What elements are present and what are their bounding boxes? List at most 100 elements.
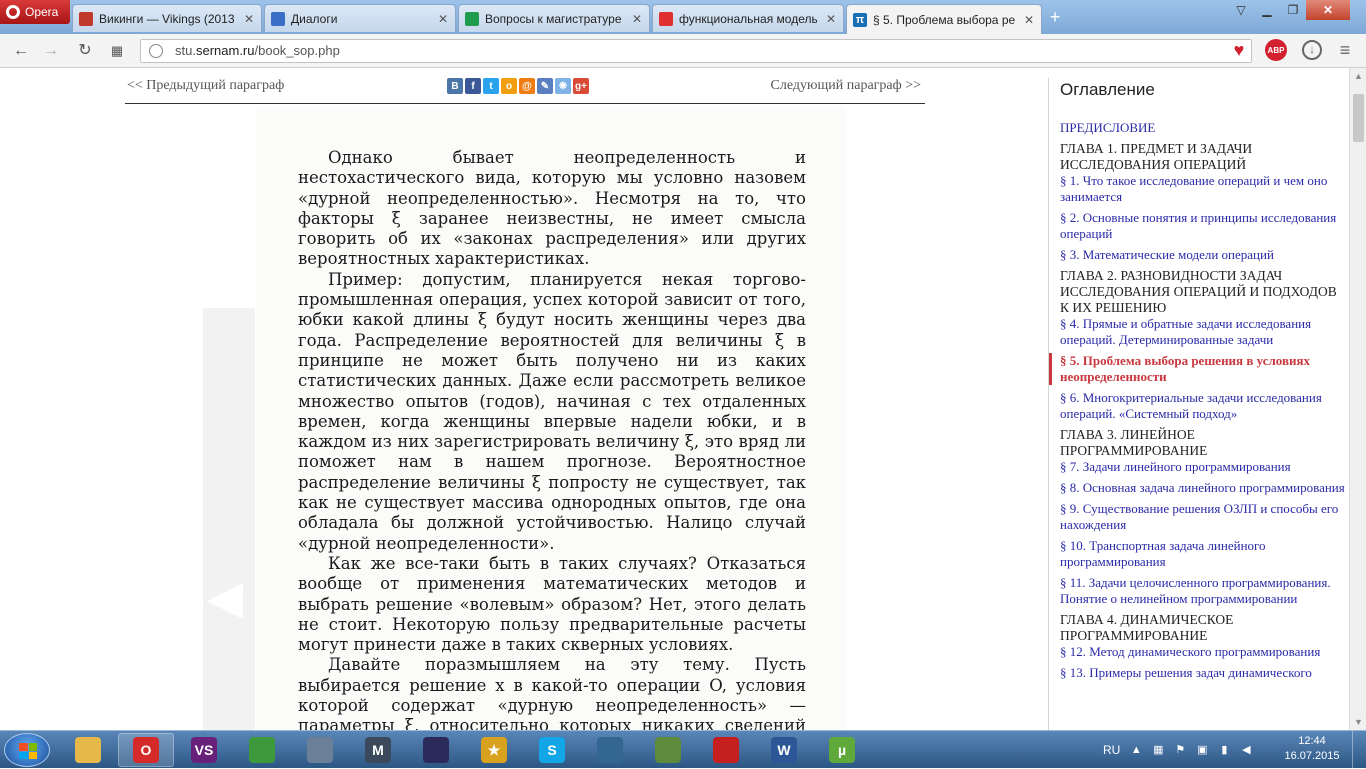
scan-paragraph: Как же все-таки быть в таких случаях? От… [298,553,806,655]
next-paragraph-link[interactable]: Следующий параграф >> [771,78,921,94]
toc-link[interactable]: § 11. Задачи целочисленного программиров… [1060,575,1345,607]
close-tab-icon[interactable]: ✕ [241,12,257,26]
new-tab-button[interactable]: + [1045,8,1065,26]
back-button[interactable]: ← [10,41,32,61]
maximize-button[interactable]: ❐ [1280,0,1306,20]
postgres-icon [597,737,623,763]
flag-icon[interactable]: ⚑ [1174,744,1186,756]
browser-tab-bar: Opera Викинги — Vikings (2013) ✕ Диалоги ✕ В… [0,0,1366,34]
minimize-button[interactable]: ▁ [1254,0,1280,20]
taskbar-app[interactable]: O [118,733,174,767]
clock-date: 16.07.2015 [1284,750,1340,762]
close-tab-icon[interactable]: ✕ [823,12,839,26]
download-icon[interactable]: ↓ [1302,40,1322,60]
share-button[interactable]: f [465,78,481,94]
toc-link[interactable]: § 6. Многокритериальные задачи исследова… [1060,390,1345,422]
toc-link[interactable]: § 12. Метод динамического программирован… [1060,644,1345,660]
system-tray: RU ▲ ▦ ⚑ ▣ ▮ ◀ [1103,731,1252,769]
address-input[interactable]: stu.sernam.ru/book_sop.php [140,39,1252,63]
taskbar-app[interactable]: S [524,733,580,767]
device-icon[interactable]: ▣ [1196,744,1208,756]
toc-link[interactable]: § 13. Примеры решения задач динамическог… [1060,665,1345,681]
language-indicator[interactable]: RU [1103,743,1120,757]
address-host: sernam.ru [195,43,255,58]
opera-logo-icon [6,5,20,19]
toc-link[interactable]: § 5. Проблема выбора решения в условиях … [1049,353,1345,385]
share-button[interactable]: ✎ [537,78,553,94]
previous-paragraph-link[interactable]: << Предыдущий параграф [127,78,284,94]
taskbar-app[interactable]: VS [176,733,232,767]
taskbar-app[interactable] [582,733,638,767]
toc-link[interactable]: § 10. Транспортная задача линейного прог… [1060,538,1345,570]
previous-arrow-icon[interactable] [207,583,243,619]
toc-link[interactable]: § 7. Задачи линейного программирования [1060,459,1345,475]
taskbar-app[interactable] [292,733,348,767]
forward-button[interactable]: → [40,41,62,61]
close-tab-icon[interactable]: ✕ [1021,13,1037,27]
start-button[interactable] [4,733,50,767]
tab-title: Викинги — Vikings (2013) [99,11,235,26]
volume-icon[interactable]: ◀ [1240,744,1252,756]
taskbar-app[interactable] [640,733,696,767]
scan-paragraph: Однако бывает неопределенность и нестоха… [298,148,806,269]
share-button[interactable]: @ [519,78,535,94]
menu-lines-icon[interactable]: ≡ [1334,40,1356,60]
toc-link[interactable]: § 1. Что такое исследование операций и ч… [1060,173,1345,205]
taskbar-app[interactable]: M [350,733,406,767]
taskbar-app[interactable]: ★ [466,733,522,767]
toc-link[interactable]: § 4. Прямые и обратные задачи исследован… [1060,316,1345,348]
toc-link[interactable]: § 8. Основная задача линейного программи… [1060,480,1345,496]
film-icon [79,11,93,26]
sheet-icon [465,11,479,26]
show-desktop-button[interactable] [1352,731,1366,769]
taskbar-app[interactable]: W [756,733,812,767]
close-window-button[interactable]: ✕ [1306,0,1350,20]
browser-tab[interactable]: функциональная модель ✕ [652,4,844,32]
page-scrollbar[interactable]: ▲ ▼ [1349,68,1366,730]
taskbar-app[interactable] [408,733,464,767]
opera-icon: O [133,737,159,763]
toc-link[interactable]: § 2. Основные понятия и принципы исследо… [1060,210,1345,242]
scroll-up-icon[interactable]: ▲ [1350,68,1366,84]
share-button[interactable]: В [447,78,463,94]
speed-dial-icon[interactable]: ▦ [106,41,128,61]
tray-expand-icon[interactable]: ▲ [1130,744,1142,756]
yandex-icon [659,11,673,26]
heart-icon[interactable]: ♥ [1228,40,1250,60]
share-button[interactable]: t [483,78,499,94]
share-buttons: Вf t o @ ✎ ❋ g+ [447,78,589,94]
browser-tab[interactable]: Диалоги ✕ [264,4,456,32]
taskbar-app[interactable] [60,733,116,767]
network-icon[interactable]: ▮ [1218,744,1230,756]
reload-button[interactable]: ↻ [74,41,96,61]
clock[interactable]: 12:44 16.07.2015 [1282,734,1342,764]
share-button[interactable]: o [501,78,517,94]
taskbar-app[interactable] [698,733,754,767]
toc-link[interactable]: § 3. Математические модели операций [1060,247,1345,263]
browser-tab[interactable]: π § 5. Проблема выбора решения ✕ [846,4,1042,34]
toc-link[interactable]: ПРЕДИСЛОВИЕ [1060,120,1345,136]
scroll-down-icon[interactable]: ▼ [1350,714,1366,730]
expand-icon[interactable]: ▽ [1228,0,1254,20]
toc-link[interactable]: § 9. Существование решения ОЗЛП и способ… [1060,501,1345,533]
browser-tab[interactable]: Викинги — Vikings (2013) ✕ [72,4,262,32]
scrollbar-thumb[interactable] [1353,94,1364,142]
side-panel [203,308,255,730]
globe-icon [149,44,163,58]
close-tab-icon[interactable]: ✕ [629,12,645,26]
visual-studio-icon: VS [191,737,217,763]
share-button[interactable]: ❋ [555,78,571,94]
opera-menu-button[interactable]: Opera [0,0,70,24]
browser-tab[interactable]: Вопросы к магистратуре ✕ [458,4,650,32]
acrobat-icon [713,737,739,763]
close-tab-icon[interactable]: ✕ [435,12,451,26]
action-center-icon[interactable]: ▦ [1152,744,1164,756]
share-button[interactable]: g+ [573,78,589,94]
windows-taskbar: O VS M ★ S Wµ RU ▲ ▦ ⚑ ▣ ▮ ◀ 12:44 16.07.2015 [0,730,1366,769]
clock-time: 12:44 [1298,735,1326,747]
address-toolbar: ← → ↻ ▦ stu.sernam.ru/book_sop.php [0,34,1366,68]
tab-title: функциональная модель [679,11,817,26]
taskbar-app[interactable]: µ [814,733,870,767]
adblock-icon[interactable]: ABP [1265,39,1287,61]
taskbar-app[interactable] [234,733,290,767]
